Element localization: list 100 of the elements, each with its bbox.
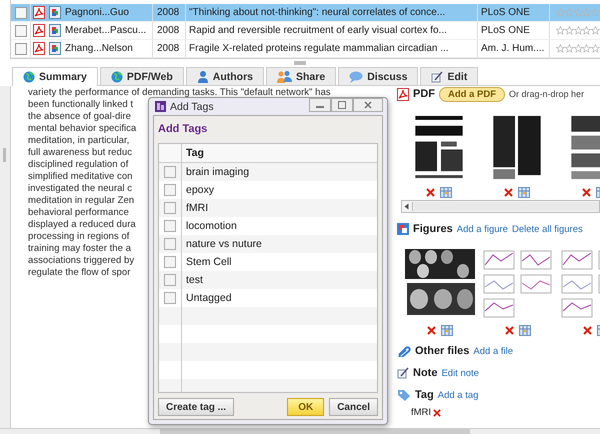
abstract-text: displayed a reduced dura (28, 219, 136, 231)
grid-icon[interactable] (441, 325, 453, 336)
delete-icon[interactable] (426, 188, 435, 197)
document-icon[interactable] (49, 24, 61, 37)
tab[interactable]: Discuss (338, 67, 418, 85)
tag-name: test (185, 273, 203, 288)
abstract-text: training may foster the a (28, 243, 131, 255)
delete-figures-link[interactable]: Delete all figures (512, 224, 583, 234)
tag-name: brain imaging (185, 165, 250, 180)
people-icon (277, 70, 292, 83)
tag-name: Stem Cell (185, 255, 232, 270)
add-tag-link[interactable]: Add a tag (438, 390, 478, 400)
tab[interactable]: PDF/Web (100, 67, 184, 85)
section-title: PDF (413, 88, 435, 100)
ok-button[interactable]: OK (287, 398, 324, 416)
author-cell: Merabet...Pascu... (63, 22, 153, 39)
maximize-button[interactable] (331, 98, 353, 112)
tab[interactable]: Share (266, 67, 336, 85)
title-cell: Fragile X-related proteins regulate mammalian circadian ... (186, 40, 478, 57)
scroll-left-icon[interactable] (402, 202, 413, 211)
tag-name: epoxy (185, 183, 214, 198)
pencil-icon (397, 367, 409, 379)
section-title: Other files (415, 345, 470, 357)
title-cell: "Thinking about not-thinking": neural correlates of conce... (186, 4, 478, 21)
document-icon[interactable] (49, 6, 61, 19)
grid-icon[interactable] (440, 187, 452, 198)
close-button[interactable] (353, 98, 383, 112)
checkbox[interactable] (164, 256, 176, 268)
checkbox[interactable] (14, 42, 26, 54)
star-icon[interactable] (556, 44, 565, 53)
scrollbar[interactable] (401, 200, 600, 213)
add-figure-link[interactable]: Add a figure (456, 224, 508, 234)
delete-icon[interactable] (582, 188, 591, 197)
author-cell: Pagnoni...Guo (63, 4, 153, 21)
checkbox[interactable] (164, 238, 176, 250)
create-tag-button[interactable]: Create tag ... (158, 398, 234, 416)
cancel-button[interactable]: Cancel (329, 398, 378, 416)
grid-icon[interactable] (518, 187, 530, 198)
paperclip-icon (397, 345, 411, 357)
checkbox[interactable] (164, 202, 176, 214)
year-cell: 2008 (153, 40, 186, 57)
tab[interactable]: Summary (12, 67, 98, 86)
star-icon[interactable] (591, 8, 600, 17)
close-icon (364, 101, 372, 109)
abstract-text: regulate the flow of spor (28, 267, 130, 279)
star-icon[interactable] (556, 26, 565, 35)
checkbox[interactable] (14, 24, 26, 36)
abstract-text: processing in regions of (28, 231, 130, 243)
star-icon[interactable] (582, 26, 592, 35)
add-file-link[interactable]: Add a file (473, 346, 514, 356)
checkbox[interactable] (164, 166, 176, 178)
checkbox[interactable] (164, 274, 176, 286)
delete-icon[interactable] (583, 326, 592, 335)
star-icon[interactable] (564, 8, 574, 17)
star-icon[interactable] (574, 26, 582, 35)
tab[interactable]: Authors (186, 67, 264, 85)
abstract-text: simplified meditative con (28, 171, 133, 183)
delete-icon[interactable] (427, 326, 436, 335)
edit-note-link[interactable]: Edit note (441, 368, 479, 378)
checkbox[interactable] (164, 220, 176, 232)
column-header: Tag (185, 146, 204, 161)
splitter-handle[interactable] (294, 61, 306, 65)
abstract-text: been functionally linked t (28, 99, 134, 111)
pdf-icon[interactable] (33, 42, 45, 55)
drop-hint: Or drag-n-drop her (509, 89, 584, 99)
tab[interactable]: Edit (420, 67, 478, 85)
star-icon[interactable] (574, 8, 582, 17)
star-icon[interactable] (582, 8, 592, 17)
add-pdf-button[interactable]: Add a PDF (439, 86, 506, 102)
document-icon[interactable] (49, 42, 61, 55)
star-icon[interactable] (564, 44, 574, 53)
delete-icon[interactable] (505, 326, 514, 335)
abstract-text: associations triggered by (28, 255, 134, 267)
window-title: Add Tags (170, 100, 214, 112)
pencil-icon (431, 70, 444, 82)
app-icon (155, 101, 166, 112)
star-icon[interactable] (574, 44, 582, 53)
star-icon[interactable] (564, 26, 574, 35)
pdf-icon[interactable] (33, 6, 45, 19)
abstract-text: the absence of goal-dire (28, 111, 131, 123)
star-icon[interactable] (591, 26, 600, 35)
scrollbar[interactable] (0, 428, 600, 434)
journal-cell: PLoS ONE (478, 22, 550, 39)
checkbox[interactable] (164, 292, 176, 304)
remove-icon[interactable] (433, 408, 442, 416)
pdf-icon[interactable] (33, 24, 45, 37)
delete-icon[interactable] (504, 188, 513, 197)
grid-icon[interactable] (519, 325, 531, 336)
star-icon[interactable] (591, 44, 600, 53)
abstract-text: disciplined regulation of (28, 159, 128, 171)
journal-cell: PLoS ONE (478, 4, 550, 21)
star-icon[interactable] (582, 44, 592, 53)
abstract-text: full awareness but reduc (28, 147, 132, 159)
star-icon[interactable] (556, 8, 565, 17)
minimize-button[interactable] (309, 98, 331, 112)
checkbox[interactable] (164, 184, 176, 196)
abstract-text: mental behavior specifica (28, 123, 136, 135)
section-title: Figures (413, 223, 453, 235)
splitter-handle[interactable] (3, 148, 6, 162)
checkbox[interactable] (14, 6, 26, 18)
